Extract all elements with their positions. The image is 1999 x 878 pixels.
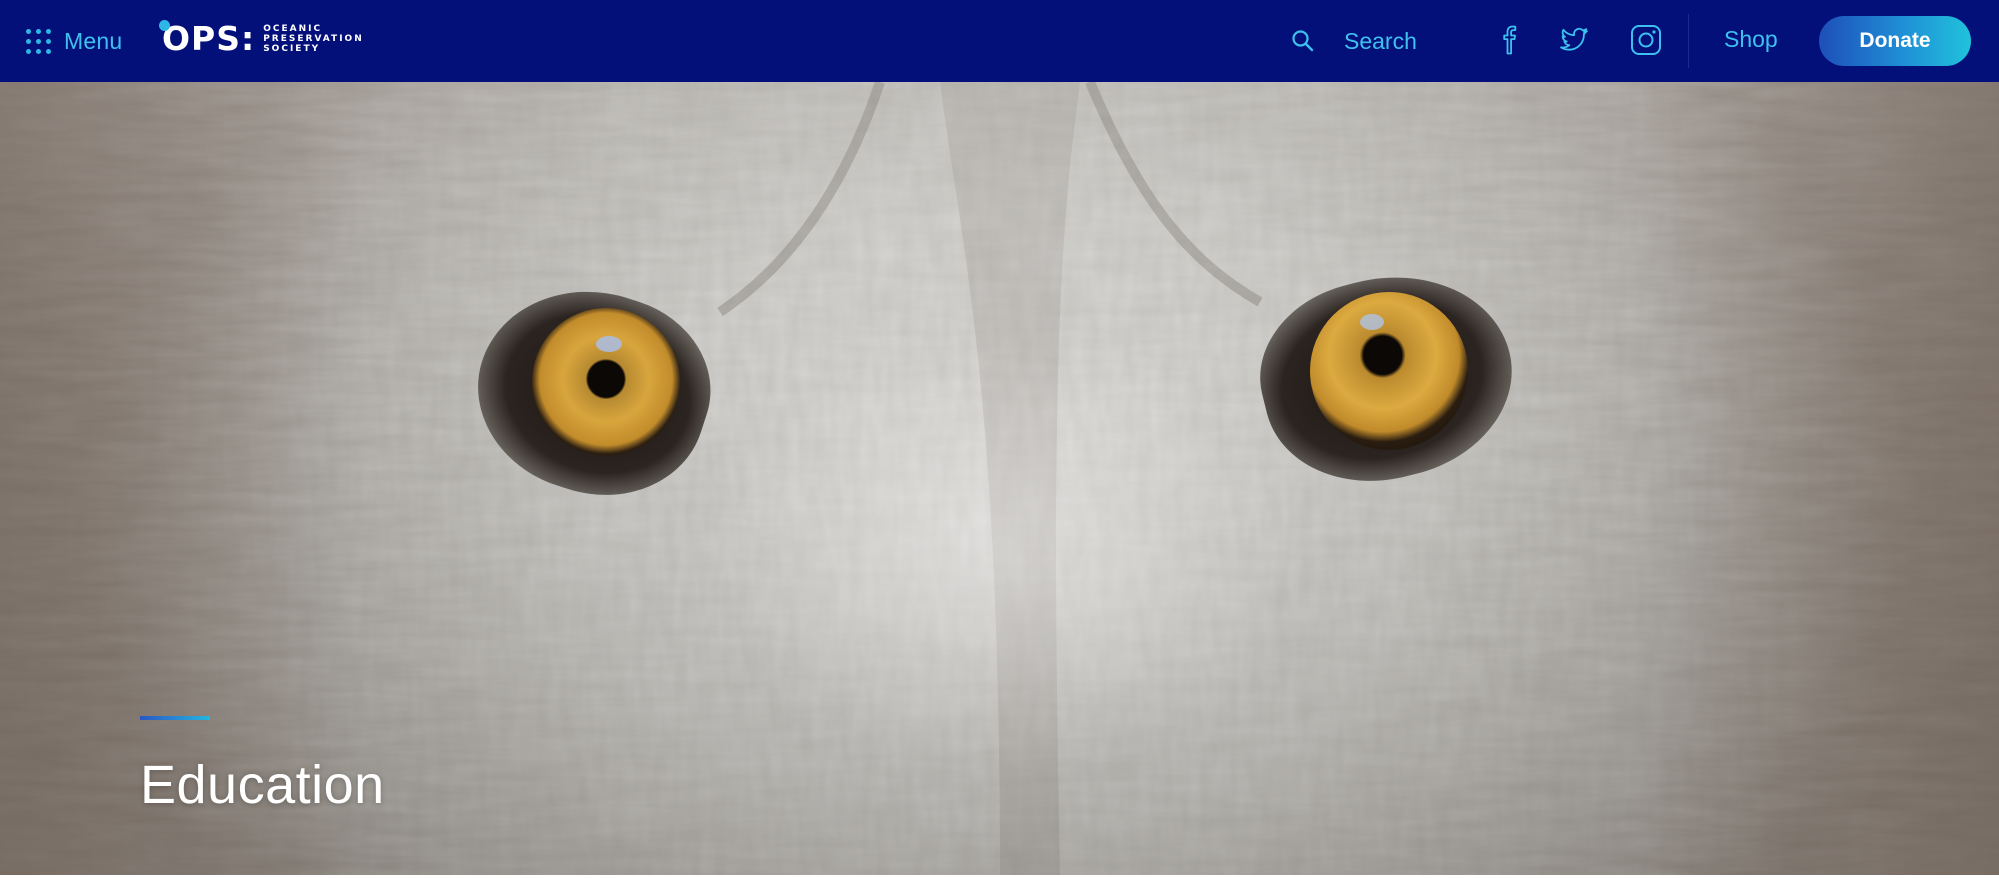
twitter-icon — [1560, 27, 1588, 51]
logo-subtitle-line-2: PRESERVATION — [263, 34, 364, 44]
page-title: Education — [140, 755, 385, 815]
donate-button[interactable]: Donate — [1819, 16, 1971, 66]
search-icon — [1292, 30, 1314, 52]
logo-dot-icon — [159, 20, 170, 31]
menu-label: Menu — [64, 27, 123, 54]
facebook-icon — [1503, 25, 1517, 55]
search-button[interactable]: Search — [1290, 22, 1417, 60]
left-eye-iris — [532, 308, 680, 456]
right-eye-glint — [1360, 314, 1384, 330]
top-navbar: Menu OPS: OCEANIC PRESERVATION SOCIETY S… — [0, 0, 1999, 82]
logo-subtitle-line-3: SOCIETY — [263, 44, 321, 54]
instagram-link[interactable] — [1626, 18, 1666, 62]
logo-mark: OPS: — [156, 17, 255, 61]
logo-subtitle-line-1: OCEANIC — [263, 24, 323, 34]
shop-link[interactable]: Shop — [1724, 26, 1778, 53]
facebook-link[interactable] — [1490, 18, 1530, 62]
logo-subtitle: OCEANIC PRESERVATION SOCIETY — [263, 24, 364, 54]
hero-banner: Education — [0, 82, 1999, 875]
search-label: Search — [1344, 27, 1417, 54]
ops-logo[interactable]: OPS: OCEANIC PRESERVATION SOCIETY — [156, 17, 364, 61]
logo-mark-text: OPS: — [162, 19, 256, 58]
twitter-link[interactable] — [1554, 18, 1594, 62]
instagram-icon — [1631, 25, 1661, 55]
nav-divider — [1688, 14, 1689, 68]
grid-dots-icon — [26, 28, 51, 54]
menu-button[interactable]: Menu — [26, 24, 122, 58]
title-accent-bar — [140, 716, 210, 720]
right-eye-iris — [1310, 292, 1468, 450]
left-eye-glint — [596, 336, 622, 352]
